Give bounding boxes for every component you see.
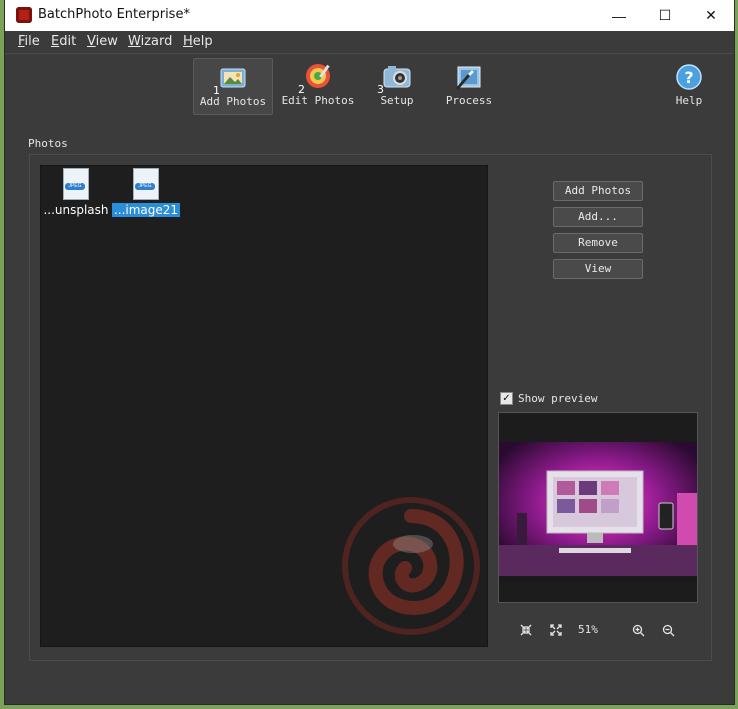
fit-to-window-icon[interactable] (518, 622, 534, 638)
add-photos-icon: 1 (213, 63, 250, 97)
toolbar-setup[interactable]: 3 Setup (371, 58, 423, 113)
jpeg-file-icon: JPEG (133, 168, 159, 200)
zoom-in-icon[interactable] (630, 622, 646, 638)
preview-image (499, 442, 697, 582)
batchphoto-logo-watermark (342, 497, 480, 635)
photo-item-selected[interactable]: JPEG ...image21 (111, 168, 181, 219)
process-icon (452, 62, 486, 92)
photos-panel: JPEG ...unsplash JPEG ...image21 Add Pho… (29, 154, 712, 661)
photos-section-title: Photos (28, 137, 68, 150)
help-icon: ? (672, 62, 706, 92)
photo-preview (498, 412, 698, 603)
toolbar-process[interactable]: Process (441, 58, 497, 113)
setup-icon: 3 (377, 62, 414, 96)
actual-size-icon[interactable] (548, 622, 564, 638)
toolbar-add-photos[interactable]: 1 Add Photos (193, 58, 273, 115)
app-window: BatchPhoto Enterprise* — ☐ ✕ File Edit V… (5, 0, 734, 704)
maximize-button[interactable]: ☐ (642, 0, 688, 31)
photo-item[interactable]: JPEG ...unsplash (41, 168, 111, 219)
toolbar-edit-photos-label: Edit Photos (281, 94, 355, 107)
toolbar-help-label: Help (675, 94, 703, 107)
zoom-out-icon[interactable] (660, 622, 676, 638)
svg-text:?: ? (684, 68, 693, 87)
window-title: BatchPhoto Enterprise* (38, 7, 190, 22)
close-button[interactable]: ✕ (688, 0, 734, 31)
add-button[interactable]: Add... (553, 207, 643, 227)
photo-filename: ...unsplash (43, 203, 109, 217)
edit-photos-icon: 2 (298, 62, 335, 96)
remove-button[interactable]: Remove (553, 233, 643, 253)
zoom-controls: 51% (518, 622, 688, 640)
batchphoto-app-icon (16, 7, 32, 23)
minimize-button[interactable]: — (596, 0, 642, 31)
show-preview-toggle[interactable]: ✓ Show preview (500, 392, 597, 405)
photo-filename: ...image21 (111, 203, 181, 217)
menu-view[interactable]: View (87, 34, 118, 49)
view-button[interactable]: View (553, 259, 643, 279)
photo-list[interactable]: JPEG ...unsplash JPEG ...image21 (40, 165, 488, 647)
menu-file[interactable]: File (18, 34, 40, 49)
title-bar: BatchPhoto Enterprise* — ☐ ✕ (5, 0, 734, 31)
show-preview-checkbox[interactable]: ✓ (500, 392, 513, 405)
toolbar-add-photos-label: Add Photos (199, 95, 267, 108)
menu-help[interactable]: Help (183, 34, 213, 49)
menu-wizard[interactable]: Wizard (128, 34, 172, 49)
toolbar-edit-photos[interactable]: 2 Edit Photos (281, 58, 355, 113)
add-photos-button[interactable]: Add Photos (553, 181, 643, 201)
toolbar-process-label: Process (445, 94, 493, 107)
menu-edit[interactable]: Edit (51, 34, 76, 49)
toolbar-help[interactable]: ? Help (671, 58, 707, 113)
menu-bar: File Edit View Wizard Help (5, 31, 734, 52)
show-preview-label: Show preview (518, 392, 598, 405)
zoom-level: 51% (578, 623, 598, 636)
jpeg-file-icon: JPEG (63, 168, 89, 200)
toolbar: 1 Add Photos 2 Edit Photos 3 Setup Proce… (5, 53, 734, 116)
